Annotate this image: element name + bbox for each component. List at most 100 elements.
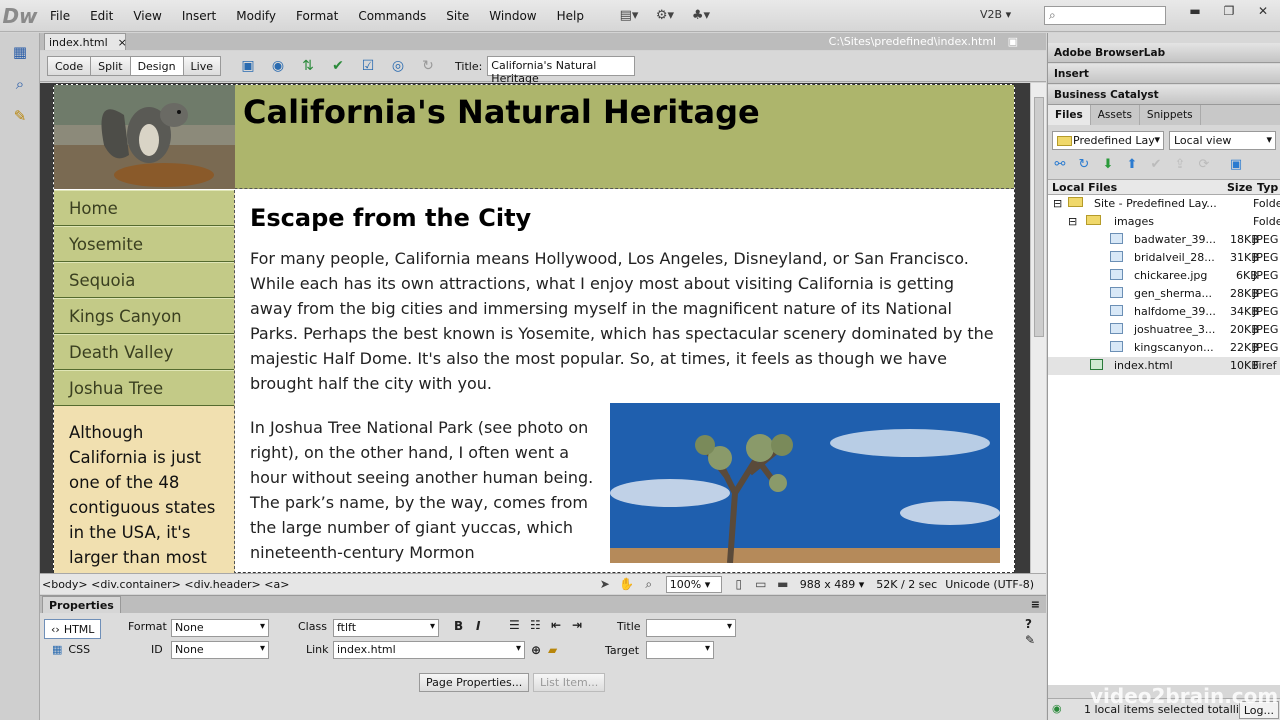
format-select[interactable]: None xyxy=(171,619,269,637)
design-view-button[interactable]: Design xyxy=(129,56,184,76)
menu-file[interactable]: File xyxy=(40,0,80,32)
class-select[interactable]: ftlft xyxy=(333,619,439,637)
file-row[interactable]: chickaree.jpg 6KB JPEG xyxy=(1048,267,1280,285)
file-management-icon[interactable]: ⇅ xyxy=(295,55,321,77)
view-select[interactable]: Local view xyxy=(1169,131,1276,150)
path-dropdown-icon[interactable]: ▣ xyxy=(1008,35,1018,48)
outdent-icon[interactable]: ⇤ xyxy=(551,618,561,632)
menu-modify[interactable]: Modify xyxy=(226,0,286,32)
refresh-icon[interactable]: ↻ xyxy=(415,55,441,77)
tab-snippets[interactable]: Snippets xyxy=(1140,105,1201,125)
properties-tab[interactable]: Properties xyxy=(42,596,121,614)
nav-sequoia[interactable]: Sequoia xyxy=(54,262,234,298)
italic-button[interactable]: I xyxy=(476,619,480,633)
window-size[interactable]: 988 x 489 ▾ xyxy=(800,578,865,591)
html-toggle[interactable]: ‹› HTML xyxy=(44,619,102,639)
check-in-icon[interactable]: ⇪ xyxy=(1168,157,1192,172)
help-icon[interactable]: ? xyxy=(1025,617,1032,631)
file-row[interactable]: gen_sherma... 28KB JPEG xyxy=(1048,285,1280,303)
site-icon[interactable]: ♣▾ xyxy=(686,5,716,27)
unordered-list-icon[interactable]: ☰ xyxy=(509,618,520,632)
menu-window[interactable]: Window xyxy=(479,0,546,32)
file-row[interactable]: joshuatree_3... 20KB JPEG xyxy=(1048,321,1280,339)
split-view-button[interactable]: Split xyxy=(90,56,131,76)
get-files-icon[interactable]: ⬇ xyxy=(1096,157,1120,172)
menu-edit[interactable]: Edit xyxy=(80,0,123,32)
target-select[interactable] xyxy=(646,641,714,659)
bold-button[interactable]: B xyxy=(454,619,463,633)
insert-panel-icon[interactable]: ▦ xyxy=(6,39,34,65)
ordered-list-icon[interactable]: ☷ xyxy=(530,618,541,632)
visual-aids-icon[interactable]: ◎ xyxy=(385,55,411,77)
file-row-selected[interactable]: index.html 10KB Firef xyxy=(1048,357,1280,375)
list-item-button[interactable]: List Item... xyxy=(533,673,606,692)
page-properties-button[interactable]: Page Properties... xyxy=(419,673,530,692)
panel-menu-icon[interactable]: ≡ xyxy=(1031,598,1040,611)
squirrel-photo[interactable] xyxy=(54,85,235,189)
tag-selector[interactable]: <body> <div.container> <div.header> <a> xyxy=(42,578,289,591)
refresh-files-icon[interactable]: ↻ xyxy=(1072,157,1096,172)
extensions-gear-icon[interactable]: ⚙▾ xyxy=(650,5,680,27)
sync-icon[interactable]: ⟳ xyxy=(1192,157,1216,172)
menu-commands[interactable]: Commands xyxy=(348,0,436,32)
nav-joshua-tree[interactable]: Joshua Tree xyxy=(54,370,234,406)
expand-icon[interactable]: ▣ xyxy=(1224,157,1248,172)
menu-insert[interactable]: Insert xyxy=(172,0,226,32)
nav-home[interactable]: Home xyxy=(54,190,234,226)
file-row[interactable]: halfdome_39... 34KB JPEG xyxy=(1048,303,1280,321)
menu-site[interactable]: Site xyxy=(436,0,479,32)
help-search-input[interactable]: ⌕ xyxy=(1044,6,1166,25)
link-input[interactable]: index.html xyxy=(333,641,525,659)
title-attr-input[interactable] xyxy=(646,619,736,637)
close-tab-icon[interactable]: × xyxy=(118,36,127,49)
close-window-button[interactable]: ✕ xyxy=(1246,0,1280,22)
tablet-size-icon[interactable]: ▭ xyxy=(750,575,772,593)
live-view-button[interactable]: Live xyxy=(182,56,222,76)
nav-kings-canyon[interactable]: Kings Canyon xyxy=(54,298,234,334)
connect-icon[interactable]: ⚯ xyxy=(1048,157,1072,172)
brush-icon[interactable]: ✎ xyxy=(6,103,34,129)
mobile-size-icon[interactable]: ▯ xyxy=(728,575,750,593)
canvas-scrollbar[interactable] xyxy=(1030,83,1046,573)
validate-icon[interactable]: ☑ xyxy=(355,55,381,77)
file-row[interactable]: badwater_39... 18KB JPEG xyxy=(1048,231,1280,249)
css-toggle[interactable]: ▦ CSS xyxy=(52,643,90,656)
inspect-icon[interactable]: ⌕ xyxy=(6,71,34,97)
multiscreen-icon[interactable]: ▣ xyxy=(235,55,261,77)
zoom-tool-icon[interactable]: ⌕ xyxy=(638,575,660,593)
indent-icon[interactable]: ⇥ xyxy=(572,618,582,632)
menu-help[interactable]: Help xyxy=(547,0,594,32)
hand-tool-icon[interactable]: ✋ xyxy=(616,575,638,593)
workspace-switcher[interactable]: V2B ▾ xyxy=(980,8,1011,21)
nav-death-valley[interactable]: Death Valley xyxy=(54,334,234,370)
joshua-tree-photo[interactable] xyxy=(610,403,1000,563)
business-catalyst-panel-header[interactable]: Business Catalyst xyxy=(1048,85,1280,105)
file-row[interactable]: kingscanyon... 22KB JPEG xyxy=(1048,339,1280,357)
id-select[interactable]: None xyxy=(171,641,269,659)
tab-assets[interactable]: Assets xyxy=(1091,105,1140,125)
site-select[interactable]: Predefined Lay xyxy=(1052,131,1164,150)
select-tool-icon[interactable]: ➤ xyxy=(594,575,616,593)
nav-yosemite[interactable]: Yosemite xyxy=(54,226,234,262)
menu-view[interactable]: View xyxy=(123,0,171,32)
insert-panel-header[interactable]: Insert xyxy=(1048,64,1280,84)
point-to-file-icon[interactable]: ⊕ xyxy=(531,643,541,657)
put-files-icon[interactable]: ⬆ xyxy=(1120,157,1144,172)
file-row-site-root[interactable]: ⊟ Site - Predefined Lay... Folde xyxy=(1048,195,1280,213)
layout-icon[interactable]: ▤▾ xyxy=(614,5,644,27)
minimize-button[interactable]: ▬ xyxy=(1178,0,1212,22)
browse-folder-icon[interactable]: ▰ xyxy=(548,643,557,657)
document-tab[interactable]: index.html × xyxy=(44,33,127,50)
menu-format[interactable]: Format xyxy=(286,0,348,32)
check-browser-icon[interactable]: ✔ xyxy=(325,55,351,77)
browserlab-panel-header[interactable]: Adobe BrowserLab xyxy=(1048,43,1280,63)
document-title-input[interactable]: California's Natural Heritage xyxy=(487,56,636,85)
restore-button[interactable]: ❐ xyxy=(1212,0,1246,22)
check-out-icon[interactable]: ✔ xyxy=(1144,157,1168,172)
file-row-images[interactable]: ⊟ images Folde xyxy=(1048,213,1280,231)
code-view-button[interactable]: Code xyxy=(47,56,92,76)
preview-browser-icon[interactable]: ◉ xyxy=(265,55,291,77)
zoom-select[interactable]: 100% ▾ xyxy=(665,575,722,593)
desktop-size-icon[interactable]: ▬ xyxy=(772,575,794,593)
tab-files[interactable]: Files xyxy=(1048,105,1091,125)
